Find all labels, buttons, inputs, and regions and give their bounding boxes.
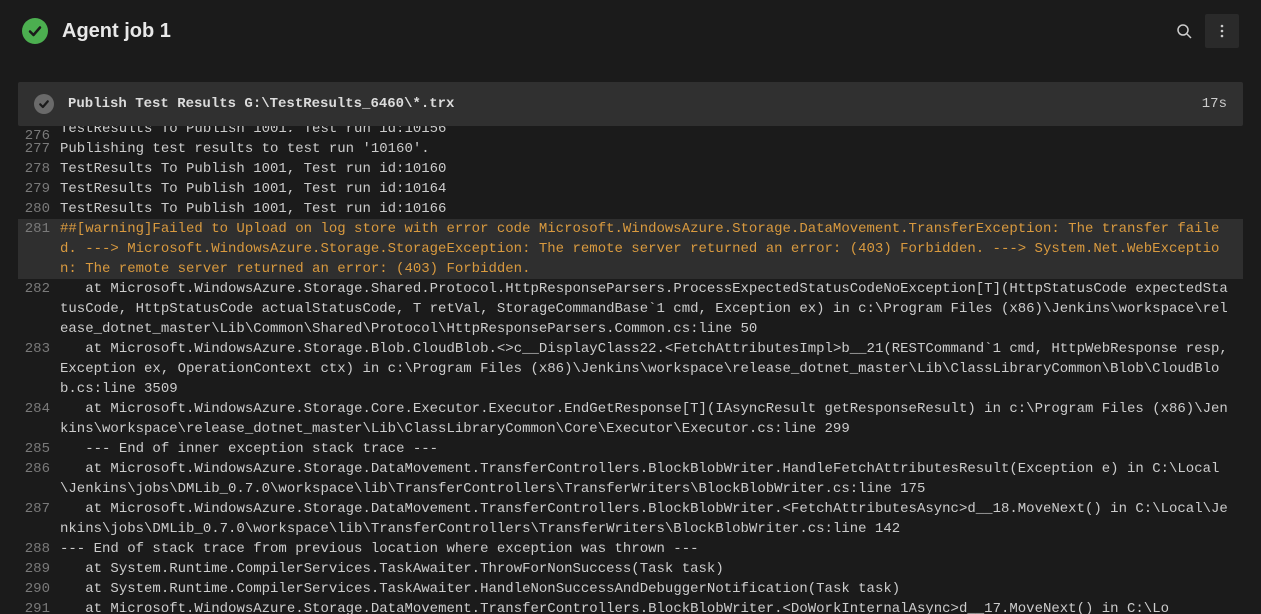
header-actions: [1167, 14, 1239, 48]
task-name: Publish Test Results G:\TestResults_6460…: [68, 96, 1202, 112]
log-line-number: 286: [18, 459, 60, 479]
log-line-text: at Microsoft.WindowsAzure.Storage.Shared…: [60, 279, 1243, 339]
log-line-number: 277: [18, 139, 60, 159]
log-line: 277Publishing test results to test run '…: [18, 139, 1243, 159]
log-line-text: at Microsoft.WindowsAzure.Storage.DataMo…: [60, 459, 1243, 499]
log-line-number: 285: [18, 439, 60, 459]
log-line: 285 --- End of inner exception stack tra…: [18, 439, 1243, 459]
log-line-number: 289: [18, 559, 60, 579]
log-line: 281##[warning]Failed to Upload on log st…: [18, 219, 1243, 279]
job-title: Agent job 1: [62, 20, 1167, 43]
log-line-text: TestResults To Publish 1001, Test run id…: [60, 159, 1243, 179]
log-line: 286 at Microsoft.WindowsAzure.Storage.Da…: [18, 459, 1243, 499]
log-line-number: 288: [18, 539, 60, 559]
log-line: 284 at Microsoft.WindowsAzure.Storage.Co…: [18, 399, 1243, 439]
log-line-text: ##[warning]Failed to Upload on log store…: [60, 219, 1243, 279]
log-line-text: at System.Runtime.CompilerServices.TaskA…: [60, 579, 1243, 599]
log-line: 288--- End of stack trace from previous …: [18, 539, 1243, 559]
log-line: 278TestResults To Publish 1001, Test run…: [18, 159, 1243, 179]
log-line-number: 280: [18, 199, 60, 219]
log-line-text: --- End of inner exception stack trace -…: [60, 439, 1243, 459]
log-line: 276TestResults To Publish 1001, Test run…: [18, 126, 1243, 139]
log-line: 287 at Microsoft.WindowsAzure.Storage.Da…: [18, 499, 1243, 539]
log-line-number: 291: [18, 599, 60, 614]
more-actions-button[interactable]: [1205, 14, 1239, 48]
log-line-text: TestResults To Publish 1001, Test run id…: [60, 179, 1243, 199]
log-line-text: at Microsoft.WindowsAzure.Storage.DataMo…: [60, 499, 1243, 539]
log-line: 283 at Microsoft.WindowsAzure.Storage.Bl…: [18, 339, 1243, 399]
log-line-text: Publishing test results to test run '101…: [60, 139, 1243, 159]
log-line-number: 284: [18, 399, 60, 419]
log-line: 289 at System.Runtime.CompilerServices.T…: [18, 559, 1243, 579]
task-status-success-icon: [34, 94, 54, 114]
log-line-number: 276: [18, 126, 60, 139]
log-line-text: at System.Runtime.CompilerServices.TaskA…: [60, 559, 1243, 579]
log-line-number: 282: [18, 279, 60, 299]
log-line-number: 281: [18, 219, 60, 239]
log-line-text: TestResults To Publish 1001, Test run id…: [60, 199, 1243, 219]
log-output[interactable]: 276TestResults To Publish 1001, Test run…: [18, 126, 1243, 614]
job-status-success-icon: [22, 18, 48, 44]
log-line-text: at Microsoft.WindowsAzure.Storage.Core.E…: [60, 399, 1243, 439]
log-line-text: --- End of stack trace from previous loc…: [60, 539, 1243, 559]
log-line-text: TestResults To Publish 1001, Test run id…: [60, 126, 1243, 132]
log-line: 291 at Microsoft.WindowsAzure.Storage.Da…: [18, 599, 1243, 614]
log-line-number: 283: [18, 339, 60, 359]
log-line: 280TestResults To Publish 1001, Test run…: [18, 199, 1243, 219]
task-header[interactable]: Publish Test Results G:\TestResults_6460…: [18, 82, 1243, 126]
log-line-text: at Microsoft.WindowsAzure.Storage.Blob.C…: [60, 339, 1243, 399]
log-line: 282 at Microsoft.WindowsAzure.Storage.Sh…: [18, 279, 1243, 339]
log-line-number: 290: [18, 579, 60, 599]
log-line: 290 at System.Runtime.CompilerServices.T…: [18, 579, 1243, 599]
log-line-number: 279: [18, 179, 60, 199]
log-line-text: at Microsoft.WindowsAzure.Storage.DataMo…: [60, 599, 1243, 614]
page-header: Agent job 1: [0, 0, 1261, 62]
search-button[interactable]: [1167, 14, 1201, 48]
log-line: 279TestResults To Publish 1001, Test run…: [18, 179, 1243, 199]
task-duration: 17s: [1202, 96, 1227, 112]
log-line-number: 287: [18, 499, 60, 519]
log-line-number: 278: [18, 159, 60, 179]
